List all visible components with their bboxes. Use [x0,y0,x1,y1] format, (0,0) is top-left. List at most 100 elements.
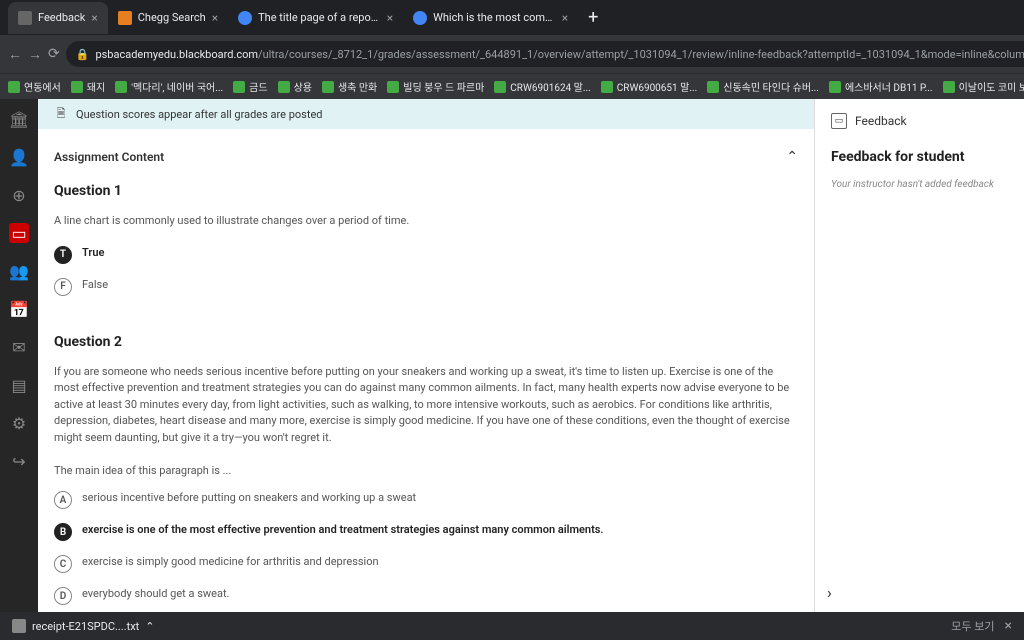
tab-favicon [413,11,427,25]
question-title: Question 1 [54,183,798,199]
assignment-header: Assignment Content ⌃ [54,149,798,165]
next-arrow-icon[interactable]: › [827,583,832,602]
option-badge: F [54,278,72,296]
question-text: If you are someone who needs serious inc… [54,364,798,447]
profile-icon[interactable]: 👤 [9,147,29,167]
browser-tab[interactable]: The title page of a report inclu × [228,2,403,34]
content-body: Assignment Content ⌃ Question 1 A line c… [38,129,814,612]
close-icon[interactable]: × [1005,618,1012,634]
option-badge: B [54,523,72,541]
bookmark-icon [278,81,290,93]
question-2: Question 2 If you are someone who needs … [54,334,798,606]
option-label: True [82,246,104,259]
feedback-icon: ▭ [831,113,847,129]
main-panel: ✕ 🗎 Question scores appear after all gra… [38,99,814,612]
question-text: A line chart is commonly used to illustr… [54,213,798,230]
option-label: exercise is one of the most effective pr… [82,523,604,536]
answer-option[interactable]: B exercise is one of the most effective … [54,523,798,541]
option-badge: C [54,555,72,573]
browser-chrome: Feedback × Chegg Search × The title page… [0,0,1024,73]
option-label: serious incentive before putting on snea… [82,491,416,504]
bookmark-item[interactable]: CRW6900651 말... [601,79,697,94]
bookmark-item[interactable]: 생축 만화 [322,79,377,94]
feedback-empty-text: Your instructor hasn't added feedback [831,179,1008,190]
tools-icon[interactable]: ⚙ [9,413,29,433]
file-icon [12,619,26,633]
forward-button[interactable]: → [28,42,42,66]
feedback-title: Feedback for student [831,149,1008,165]
bookmark-icon [387,81,399,93]
bookmark-icon [322,81,334,93]
option-label: everybody should get a sweat. [82,587,229,600]
feedback-header: ▭ Feedback [831,113,1008,129]
notice-text: Question scores appear after all grades … [76,108,322,121]
bookmark-icon [707,81,719,93]
back-button[interactable]: ← [8,42,22,66]
tab-title: Chegg Search [138,11,206,24]
feedback-label: Feedback [855,114,907,128]
tab-row: Feedback × Chegg Search × The title page… [0,0,1024,35]
bookmark-item[interactable]: 이날이도 코미 보기가... [943,79,1024,94]
answer-option[interactable]: T True [54,246,798,264]
bookmark-item[interactable]: 금드 [233,79,267,94]
bookmark-item[interactable]: CRW6901624 말... [494,79,590,94]
bookmark-item[interactable]: 에스바서너 DB11 P... [829,79,933,94]
browser-tab[interactable]: Chegg Search × [108,2,228,34]
signout-icon[interactable]: ↪ [9,451,29,471]
tab-favicon [238,11,252,25]
bookmark-item[interactable]: 돼지 [71,79,105,94]
answer-option[interactable]: C exercise is simply good medicine for a… [54,555,798,573]
collapse-icon[interactable]: ⌃ [786,149,798,165]
bookmark-item[interactable]: '멕다리', 네이버 국어... [115,79,223,94]
new-tab-button[interactable]: + [578,7,608,28]
answer-option[interactable]: A serious incentive before putting on sn… [54,491,798,509]
download-item[interactable]: receipt-E21SPDC....txt ⌃ [12,619,154,633]
reload-button[interactable]: ⟳ [48,42,60,66]
bookmark-item[interactable]: 상용 [278,79,312,94]
question-title: Question 2 [54,334,798,350]
url-row: ← → ⟳ 🔒 psbacademyedu.blackboard.com/ult… [0,35,1024,73]
show-all-downloads[interactable]: 모두 보기 [951,618,994,634]
tab-title: The title page of a report inclu [258,11,381,24]
app-area: 🏛 👤 ⊕ ▭ 👥 📅 ✉ ▤ ⚙ ↪ ✕ 🗎 Question scores … [0,99,1024,612]
info-icon: 🗎 [54,107,68,121]
close-icon[interactable]: × [91,11,97,25]
option-label: False [82,278,108,291]
url-bar[interactable]: 🔒 psbacademyedu.blackboard.com/ultra/cou… [66,41,1024,67]
bookmark-item[interactable]: 신동속민 타인다 슈버... [707,79,819,94]
organizations-icon[interactable]: 👥 [9,261,29,281]
tab-favicon [118,11,132,25]
answer-option[interactable]: D everybody should get a sweat. [54,587,798,605]
close-icon[interactable]: × [387,11,393,25]
bookmark-icon [943,81,955,93]
bookmark-icon [494,81,506,93]
messages-icon[interactable]: ✉ [9,337,29,357]
grades-icon[interactable]: ▤ [9,375,29,395]
bookmark-item[interactable]: 연동에서 [8,79,61,94]
activity-icon[interactable]: ⊕ [9,185,29,205]
download-filename: receipt-E21SPDC....txt [32,620,139,633]
lock-icon: 🔒 [76,48,90,61]
url-text: psbacademyedu.blackboard.com/ultra/cours… [95,48,1024,61]
bookmark-icon [71,81,83,93]
institution-icon[interactable]: 🏛 [9,109,29,129]
bookmark-icon [601,81,613,93]
left-rail: 🏛 👤 ⊕ ▭ 👥 📅 ✉ ▤ ⚙ ↪ [0,99,38,612]
option-label: exercise is simply good medicine for art… [82,555,379,568]
bookmark-item[interactable]: 빌딩 붕우 드 파르마 [387,79,484,94]
answer-option[interactable]: F False [54,278,798,296]
question-1: Question 1 A line chart is commonly used… [54,183,798,296]
bookmark-icon [233,81,245,93]
calendar-icon[interactable]: 📅 [9,299,29,319]
close-icon[interactable]: × [212,11,218,25]
chevron-up-icon: ⌃ [145,620,154,633]
browser-tab[interactable]: Feedback × [8,2,108,34]
close-icon[interactable]: × [562,11,568,25]
feedback-panel: ▭ Feedback Feedback for student Your ins… [814,99,1024,612]
bookmark-icon [8,81,20,93]
assignment-title: Assignment Content [54,150,164,164]
browser-tab[interactable]: Which is the most common su × [403,2,578,34]
option-badge: T [54,246,72,264]
courses-icon[interactable]: ▭ [9,223,29,243]
option-badge: A [54,491,72,509]
